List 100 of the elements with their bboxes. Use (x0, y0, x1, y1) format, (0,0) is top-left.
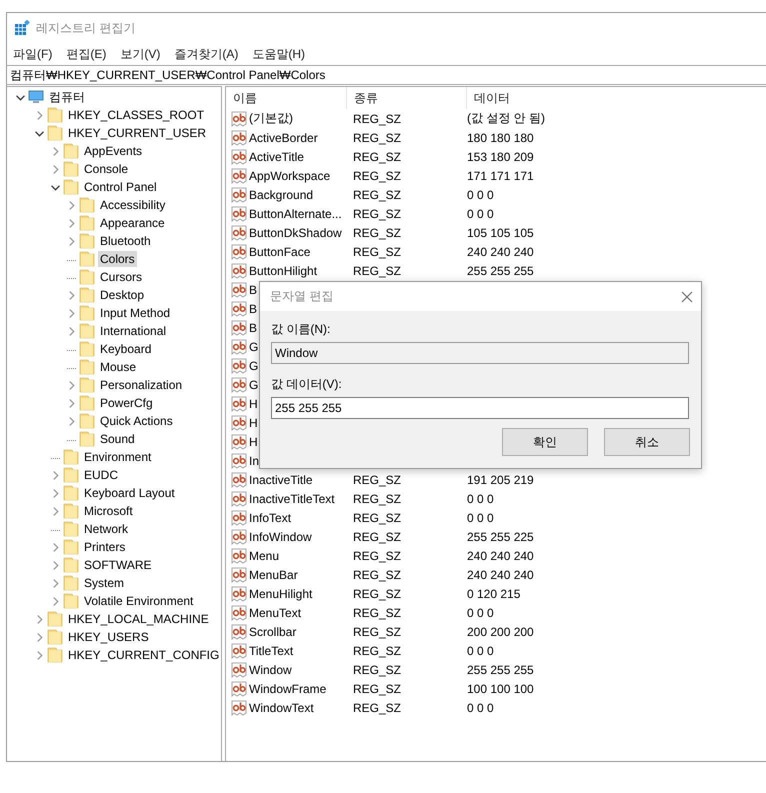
chevron-right-icon[interactable] (67, 236, 76, 246)
menu-item[interactable]: 편집(E) (66, 46, 106, 62)
ok-button[interactable]: 확인 (502, 428, 588, 456)
chevron-right-icon[interactable] (67, 290, 76, 300)
tree-item[interactable]: Microsoft (82, 503, 135, 519)
tree-item[interactable]: PowerCfg (98, 395, 155, 411)
tree-item[interactable]: EUDC (82, 467, 120, 483)
chevron-right-icon[interactable] (51, 542, 60, 552)
menu-item[interactable]: 즐겨찾기(A) (174, 46, 238, 62)
tree-item[interactable]: Network (82, 521, 130, 537)
value-data: 0 0 0 (467, 188, 494, 202)
chevron-right-icon[interactable] (51, 164, 60, 174)
cancel-button[interactable]: 취소 (604, 428, 690, 456)
column-header[interactable]: 이름 (226, 87, 347, 109)
folder-icon (79, 215, 95, 231)
column-header[interactable]: 종류 (347, 87, 467, 109)
tree-item[interactable]: Input Method (98, 305, 172, 321)
menu-item[interactable]: 도움말(H) (252, 46, 305, 62)
chevron-right-icon[interactable] (67, 218, 76, 228)
chevron-down-icon[interactable] (51, 182, 60, 192)
chevron-right-icon[interactable] (51, 596, 60, 606)
tree-item[interactable]: HKEY_USERS (66, 629, 151, 645)
string-value-icon (231, 262, 247, 278)
tree-item[interactable]: HKEY_LOCAL_MACHINE (66, 611, 211, 627)
menu-item[interactable]: 파일(F) (13, 46, 52, 62)
column-header[interactable]: 데이터 (467, 87, 766, 109)
chevron-down-icon[interactable] (16, 92, 25, 102)
string-value-icon (231, 604, 247, 620)
chevron-right-icon[interactable] (67, 398, 76, 408)
tree-item[interactable]: SOFTWARE (82, 557, 154, 573)
tree-item[interactable]: HKEY_CURRENT_CONFIG (66, 647, 222, 663)
tree-item[interactable]: International (98, 323, 168, 339)
chevron-right-icon[interactable] (51, 560, 60, 570)
tree-item[interactable]: Personalization (98, 377, 184, 393)
chevron-right-icon[interactable] (51, 146, 60, 156)
tree-item[interactable]: Quick Actions (98, 413, 175, 429)
tree-item[interactable]: Sound (98, 431, 137, 447)
tree-item[interactable]: Volatile Environment (82, 593, 196, 609)
value-name: H (249, 416, 258, 430)
value-name: Scrollbar (249, 624, 296, 638)
value-data: 255 255 255 (467, 264, 534, 278)
chevron-right-icon[interactable] (51, 578, 60, 588)
tree-item[interactable]: 컴퓨터 (47, 89, 87, 105)
close-icon[interactable] (681, 290, 693, 302)
value-type: REG_SZ (353, 150, 402, 164)
value-name: ActiveTitle (249, 150, 304, 164)
value-data: 0 0 0 (467, 700, 494, 714)
folder-icon (79, 197, 95, 213)
tree-item[interactable]: Keyboard (98, 341, 154, 357)
chevron-right-icon[interactable] (35, 614, 44, 624)
tree-item[interactable]: Accessibility (98, 197, 168, 213)
chevron-right-icon[interactable] (67, 308, 76, 318)
tree-item[interactable]: Bluetooth (98, 233, 153, 249)
chevron-right-icon[interactable] (67, 326, 76, 336)
tree-item[interactable]: AppEvents (82, 143, 144, 159)
chevron-right-icon[interactable] (67, 200, 76, 210)
value-name: InfoText (249, 510, 292, 524)
value-data: 240 240 240 (467, 548, 534, 562)
value-data: 255 255 225 (467, 530, 534, 544)
tree-item[interactable]: Colors (98, 251, 137, 267)
tree-item[interactable]: Control Panel (82, 179, 159, 195)
menu-item[interactable]: 보기(V) (120, 46, 160, 62)
chevron-right-icon[interactable] (35, 650, 44, 660)
value-data: 171 171 171 (467, 168, 534, 182)
string-value-icon (231, 110, 247, 126)
tree-item[interactable]: HKEY_CLASSES_ROOT (66, 107, 206, 123)
chevron-right-icon[interactable] (67, 380, 76, 390)
value-name-field[interactable]: Window (271, 342, 689, 364)
chevron-right-icon[interactable] (51, 506, 60, 516)
chevron-down-icon[interactable] (35, 128, 44, 138)
tree-item[interactable]: System (82, 575, 126, 591)
tree-item[interactable]: Desktop (98, 287, 146, 303)
chevron-right-icon[interactable] (35, 632, 44, 642)
value-name: InactiveTitle (249, 472, 313, 486)
string-value-icon (231, 358, 247, 374)
value-type: REG_SZ (353, 510, 402, 524)
value-type: REG_SZ (353, 644, 402, 658)
address-bar[interactable]: 컴퓨터₩HKEY_CURRENT_USER₩Control Panel₩Colors (6, 65, 766, 85)
tree-item[interactable]: Printers (82, 539, 128, 555)
string-value-icon (231, 244, 247, 260)
chevron-right-icon[interactable] (51, 470, 60, 480)
chevron-right-icon[interactable] (35, 110, 44, 120)
value-data-field[interactable]: 255 255 255 (271, 397, 689, 419)
tree-item[interactable]: Console (82, 161, 130, 177)
chevron-right-icon[interactable] (51, 488, 60, 498)
folder-icon (79, 323, 95, 339)
string-value-icon (231, 586, 247, 602)
tree-item[interactable]: HKEY_CURRENT_USER (66, 125, 208, 141)
string-value-icon (231, 206, 247, 222)
tree-item[interactable]: Mouse (98, 359, 138, 375)
chevron-right-icon[interactable] (67, 416, 76, 426)
value-type: REG_SZ (353, 662, 402, 676)
value-name: ButtonFace (249, 244, 310, 258)
tree-item[interactable]: Appearance (98, 215, 167, 231)
string-value-icon (231, 642, 247, 658)
tree-item[interactable]: Keyboard Layout (82, 485, 177, 501)
string-value-icon (231, 528, 247, 544)
tree-item[interactable]: Environment (82, 449, 154, 465)
value-data: 180 180 180 (467, 130, 534, 144)
tree-item[interactable]: Cursors (98, 269, 144, 285)
